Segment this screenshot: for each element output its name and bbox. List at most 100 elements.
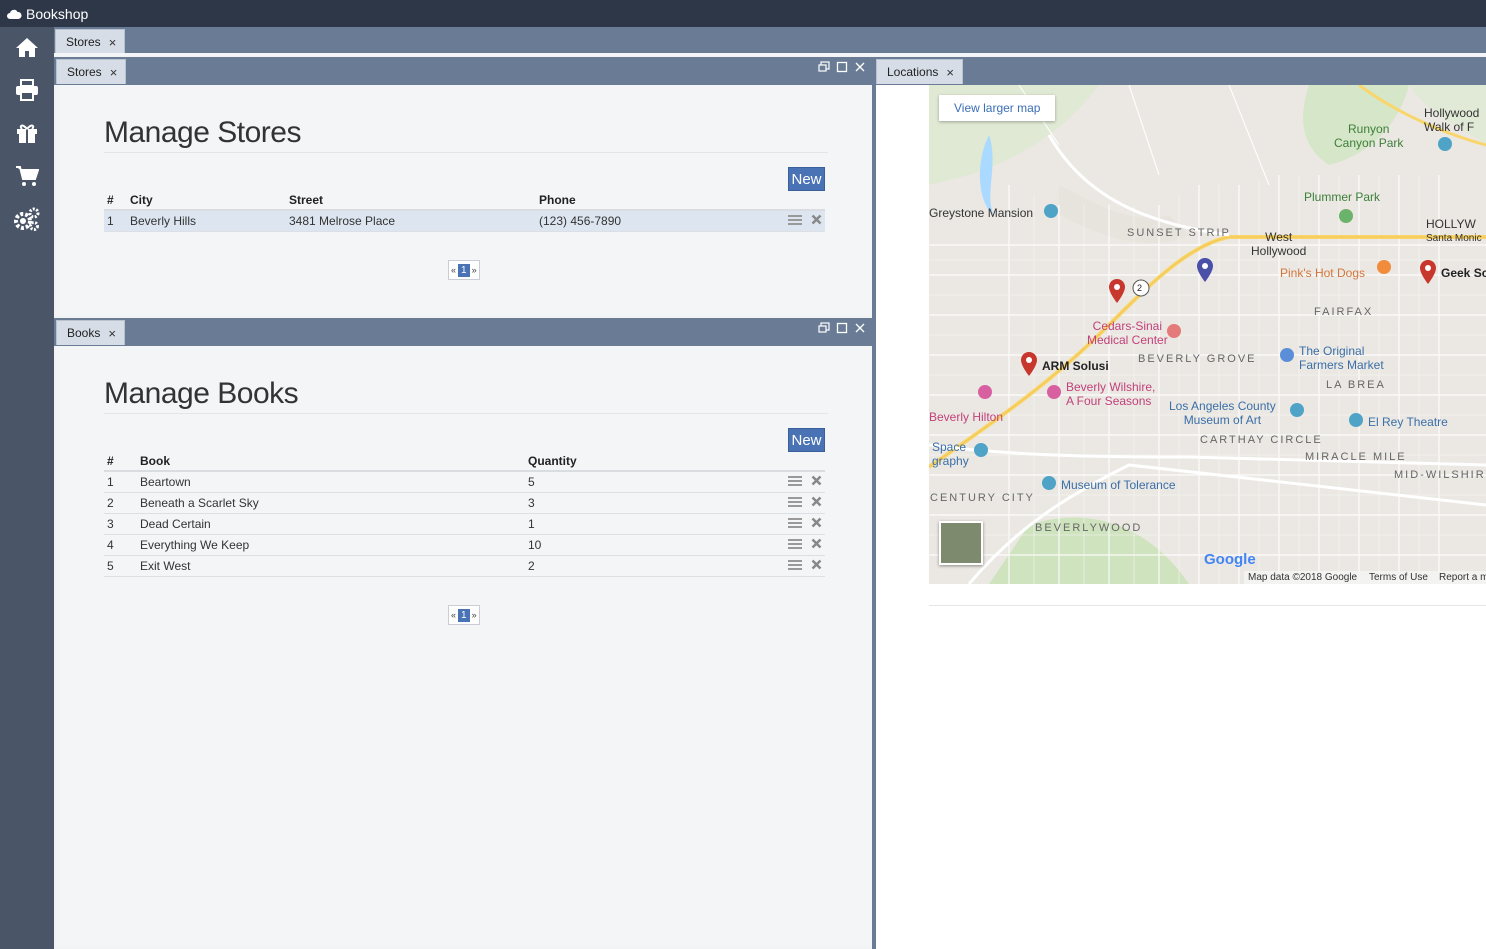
map-label: BEVERLYWOOD [1035,522,1143,534]
map-label: FAIRFAX [1314,306,1374,318]
report-link[interactable]: Report a m [1439,572,1486,583]
map-pin-icon[interactable] [1108,278,1126,304]
map-label: Runyon Canyon Park [1334,122,1404,150]
row-actions [777,210,825,232]
col-header-phone[interactable]: Phone [536,191,777,211]
edit-menu-icon[interactable] [787,517,802,532]
restore-icon[interactable] [818,61,830,73]
tab-label: Stores [67,65,102,79]
row-num: 2 [104,492,137,514]
google-logo: Google [1204,551,1256,568]
pagination-prev[interactable]: « [449,265,458,275]
col-header-actions [777,452,825,472]
gift-icon[interactable] [11,117,43,149]
delete-icon[interactable] [811,496,822,510]
print-icon[interactable] [11,74,43,106]
sidebar [0,27,54,949]
table-row[interactable]: 2 Beneath a Scarlet Sky 3 [104,492,825,514]
pagination-next[interactable]: » [470,610,479,620]
edit-menu-icon[interactable] [787,538,802,553]
row-book: Dead Certain [137,513,525,535]
satellite-thumbnail[interactable] [939,521,983,565]
close-tab-icon[interactable]: × [110,65,118,80]
stores-panel: Manage Stores New # City Street Phone 1 … [56,85,872,315]
close-tab-icon[interactable]: × [109,35,117,50]
map-label: HOLLYW [1426,217,1476,231]
close-tab-icon[interactable]: × [946,65,954,80]
map-label: ARM Solusi [1042,359,1109,373]
tab-label: Stores [66,35,101,49]
row-book: Beartown [137,471,525,493]
edit-menu-icon[interactable] [787,214,802,229]
route-number: 2 [1137,283,1143,293]
map-label: Beverly Hilton [929,410,1004,424]
maximize-icon[interactable] [836,322,848,334]
cart-icon[interactable] [11,160,43,192]
map-data-credit: Map data ©2018 Google [1248,572,1358,583]
delete-icon[interactable] [811,475,822,489]
map-pin-icon[interactable] [1419,259,1437,285]
row-num: 3 [104,513,137,535]
pagination: « 1 » [448,605,480,625]
row-quantity: 5 [525,471,777,493]
divider [104,152,828,153]
home-icon[interactable] [11,31,43,63]
maximize-icon[interactable] [836,61,848,73]
pagination-current[interactable]: 1 [458,608,470,622]
table-row[interactable]: 1 Beartown 5 [104,471,825,493]
table-row[interactable]: 4 Everything We Keep 10 [104,534,825,556]
map-label: Santa Monic [1426,233,1482,244]
new-store-button[interactable]: New [788,167,825,191]
table-row[interactable]: 1 Beverly Hills 3481 Melrose Place (123)… [104,210,825,232]
tab-stores-top[interactable]: Stores × [55,29,126,54]
settings-gears-icon[interactable] [11,203,43,235]
row-quantity: 3 [525,492,777,514]
map-label: Geek Sc [1441,266,1486,280]
map-label: MIRACLE MILE [1305,451,1407,463]
new-book-button[interactable]: New [788,428,825,452]
restore-icon[interactable] [818,322,830,334]
delete-icon[interactable] [811,214,822,228]
map-label: West Hollywood [1251,230,1307,258]
col-header-book[interactable]: Book [137,452,525,472]
view-larger-map-link[interactable]: View larger map [939,95,1056,121]
pagination: « 1 » [448,260,480,280]
pagination-next[interactable]: » [470,265,479,275]
table-row[interactable]: 5 Exit West 2 [104,555,825,577]
row-num: 4 [104,534,137,556]
delete-icon[interactable] [811,559,822,573]
tab-books[interactable]: Books × [56,320,125,345]
col-header-actions [777,191,825,211]
terms-link[interactable]: Terms of Use [1369,572,1428,583]
col-header-city[interactable]: City [127,191,286,211]
delete-icon[interactable] [811,538,822,552]
page-title: Manage Books [104,377,299,410]
close-tab-icon[interactable]: × [108,326,116,341]
edit-menu-icon[interactable] [787,475,802,490]
tab-stores[interactable]: Stores × [56,59,127,84]
map-pin-icon[interactable] [1020,351,1038,377]
row-num: 1 [104,471,137,493]
row-quantity: 1 [525,513,777,535]
tab-locations[interactable]: Locations × [876,59,963,84]
close-icon[interactable] [854,61,866,73]
col-header-quantity[interactable]: Quantity [525,452,777,472]
table-row[interactable]: 3 Dead Certain 1 [104,513,825,535]
row-actions [777,492,825,514]
map[interactable]: Runyon Canyon Park Hollywood Walk of F P… [929,85,1486,584]
row-phone: (123) 456-7890 [536,210,777,232]
page-title: Manage Stores [104,116,301,149]
map-label: Hollywood Walk of F [1424,106,1480,134]
map-label: Greystone Mansion [929,206,1034,220]
edit-menu-icon[interactable] [787,496,802,511]
row-street: 3481 Melrose Place [286,210,536,232]
delete-icon[interactable] [811,517,822,531]
map-label: CENTURY CITY [930,492,1035,504]
edit-menu-icon[interactable] [787,559,802,574]
close-icon[interactable] [854,322,866,334]
stores-panel-header [54,57,872,85]
pagination-prev[interactable]: « [449,610,458,620]
pagination-current[interactable]: 1 [458,263,470,277]
map-pin-selected-icon[interactable] [1196,257,1214,283]
col-header-street[interactable]: Street [286,191,536,211]
